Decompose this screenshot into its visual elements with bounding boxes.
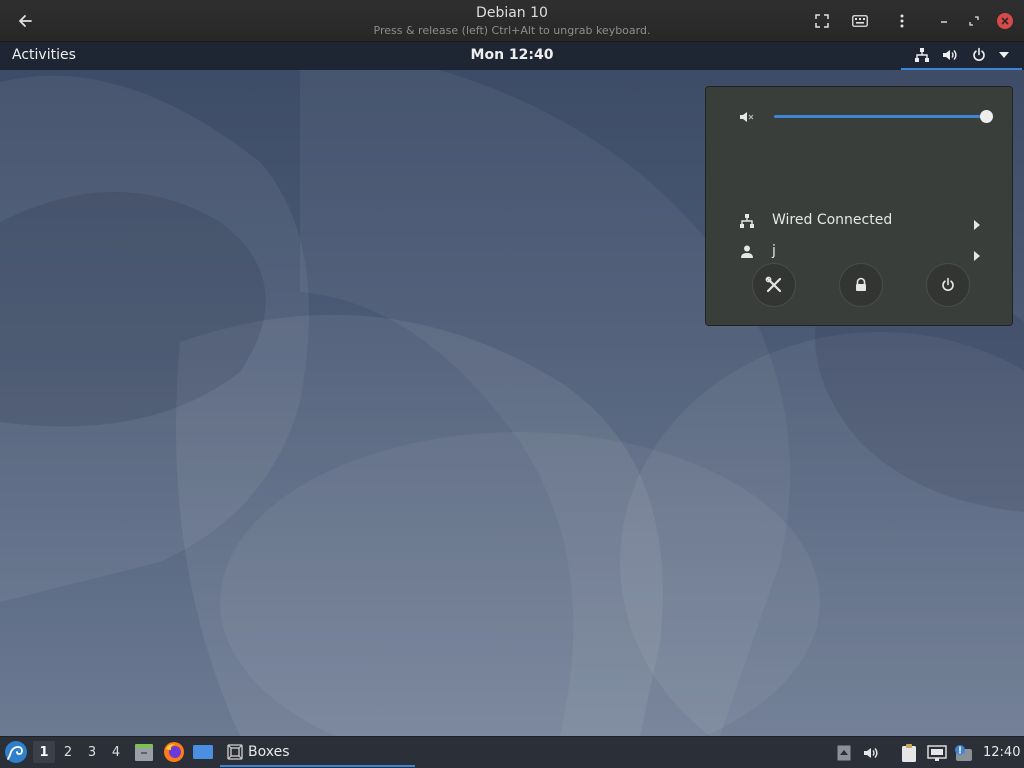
workspace-3[interactable]: 3	[81, 741, 103, 763]
volume-slider-fill	[774, 115, 986, 118]
notification-icon	[955, 745, 972, 761]
more-icon	[900, 14, 904, 28]
workspace-4[interactable]: 4	[105, 741, 127, 763]
activities-button[interactable]: Activities	[12, 47, 76, 63]
chevron-right-icon	[974, 215, 980, 234]
network-wired-icon	[739, 213, 755, 233]
keyboard-icon	[852, 15, 868, 27]
system-menu-button[interactable]	[901, 42, 1022, 70]
show-desktop-button[interactable]	[192, 741, 214, 763]
tray-network[interactable]	[926, 742, 948, 764]
power-icon	[971, 47, 987, 63]
workspace-2[interactable]: 2	[57, 741, 79, 763]
volume-slider[interactable]	[774, 110, 993, 123]
settings-button[interactable]	[752, 263, 796, 307]
files-launcher[interactable]	[133, 741, 155, 763]
firefox-launcher[interactable]	[163, 741, 185, 763]
start-menu-button[interactable]	[4, 740, 28, 764]
fullscreen-icon	[815, 14, 829, 28]
power-off-button[interactable]	[926, 263, 970, 307]
tray-volume[interactable]	[861, 742, 883, 764]
network-icon	[927, 745, 947, 761]
volume-muted-icon[interactable]	[739, 109, 755, 129]
restore-icon	[969, 16, 979, 26]
close-icon	[1001, 17, 1009, 25]
host-taskbar: 1 2 3 4 Boxes 12:40	[0, 736, 1024, 768]
minimize-icon	[941, 21, 947, 23]
clipboard-icon	[902, 744, 916, 762]
settings-icon	[765, 276, 782, 293]
chevron-right-icon	[974, 246, 980, 265]
user-item[interactable]: j	[706, 238, 1012, 266]
wired-connection-item[interactable]: Wired Connected	[706, 207, 1012, 235]
dropdown-arrow-icon	[999, 52, 1010, 58]
task-boxes-label: Boxes	[248, 744, 290, 760]
user-label: j	[772, 243, 776, 259]
boxes-icon	[227, 744, 243, 760]
lock-icon	[856, 277, 866, 291]
volume-icon	[942, 47, 958, 63]
top-bar-clock[interactable]: Mon 12:40	[471, 47, 554, 63]
files-icon	[135, 744, 153, 761]
user-icon	[739, 244, 755, 264]
start-menu-icon	[5, 741, 27, 763]
workspace-1[interactable]: 1	[33, 741, 55, 763]
gnome-top-bar: Activities Mon 12:40	[0, 42, 1024, 70]
keyboard-button[interactable]	[847, 8, 873, 34]
tray-arrow-icon	[837, 745, 851, 761]
network-wired-icon	[914, 47, 930, 63]
more-options-button[interactable]	[889, 8, 915, 34]
wired-connection-label: Wired Connected	[772, 212, 893, 228]
taskbar-task-boxes[interactable]: Boxes	[220, 739, 415, 767]
tray-notifications[interactable]	[952, 742, 974, 764]
fullscreen-button[interactable]	[809, 8, 835, 34]
tray-volume-icon	[864, 748, 878, 758]
show-desktop-icon	[193, 745, 213, 759]
system-menu-popover: Wired Connected j	[705, 86, 1013, 326]
close-button[interactable]	[992, 8, 1018, 34]
restore-button[interactable]	[961, 8, 987, 34]
volume-slider-knob[interactable]	[980, 110, 993, 123]
power-off-icon	[942, 277, 954, 291]
minimize-button[interactable]	[931, 8, 957, 34]
guest-desktop[interactable]: Activities Mon 12:40 Wired Connected j	[0, 42, 1024, 736]
tray-clipboard[interactable]	[898, 742, 920, 764]
lock-button[interactable]	[839, 263, 883, 307]
firefox-icon	[164, 742, 184, 762]
tray-expand-button[interactable]	[833, 742, 855, 764]
app-header-bar: Debian 10 Press & release (left) Ctrl+Al…	[0, 0, 1024, 42]
taskbar-clock[interactable]: 12:40	[983, 745, 1020, 760]
